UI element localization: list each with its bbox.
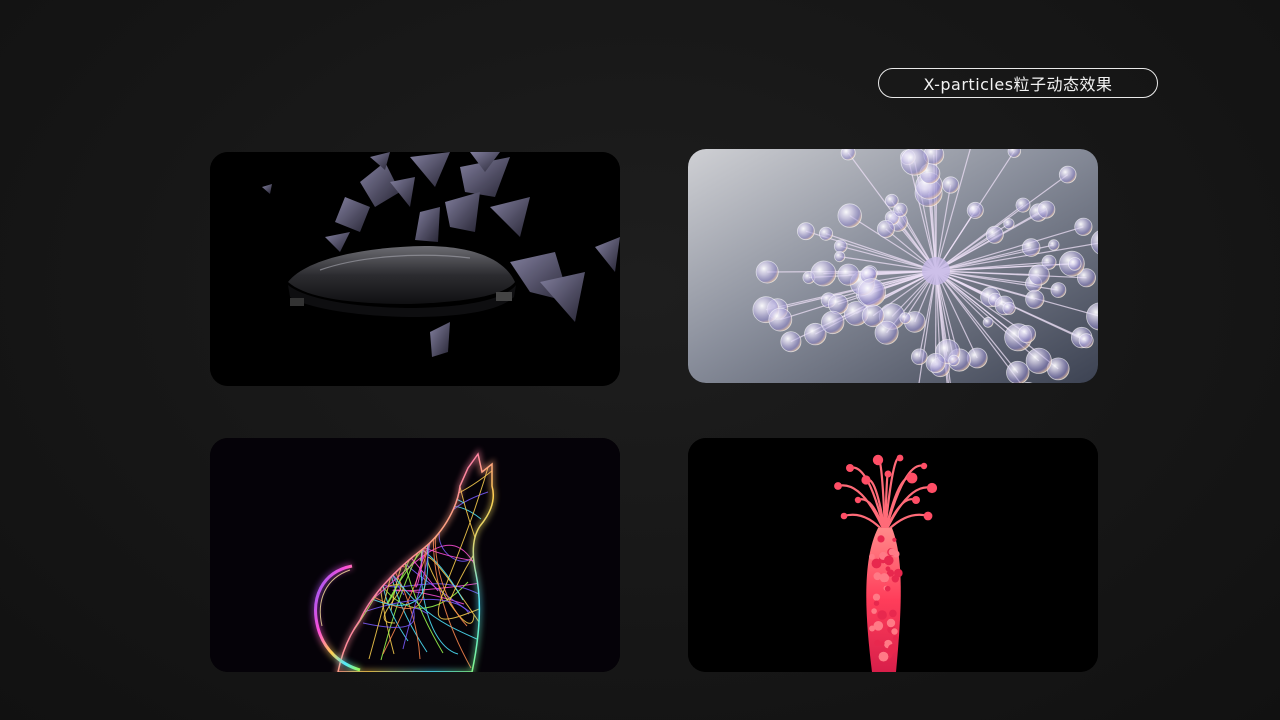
gallery-card-shattered-device[interactable]	[210, 152, 620, 386]
neon-cat-render-icon	[210, 438, 620, 672]
shattered-device-render-icon	[210, 152, 620, 386]
coral-flower-render-icon	[688, 438, 1098, 672]
gallery-card-coral-flower[interactable]	[688, 438, 1098, 672]
gallery-card-bubble-dandelion[interactable]	[688, 149, 1098, 383]
gallery-card-neon-cat[interactable]	[210, 438, 620, 672]
slide-page: X-particles粒子动态效果	[0, 0, 1280, 720]
section-title-pill: X-particles粒子动态效果	[878, 68, 1158, 98]
section-title-text: X-particles粒子动态效果	[923, 75, 1113, 94]
bubble-dandelion-render-icon	[688, 149, 1098, 383]
